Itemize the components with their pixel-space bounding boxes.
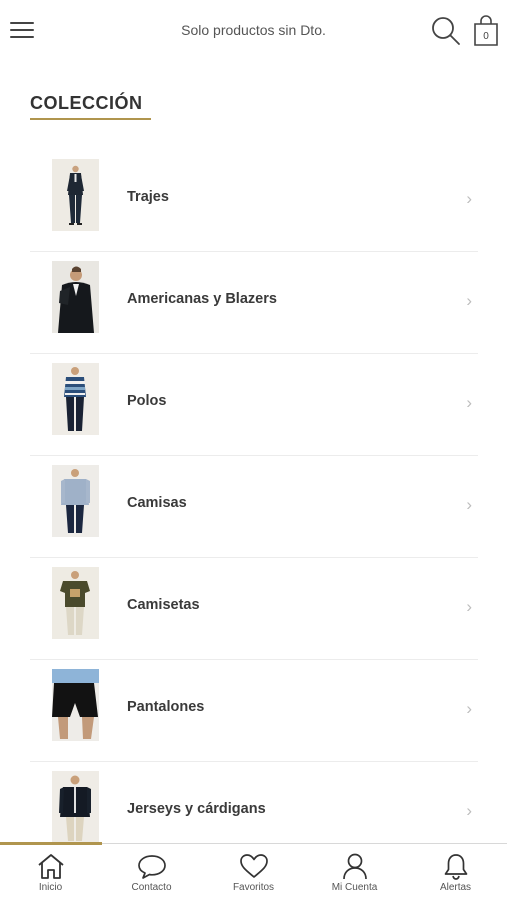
tab-inicio[interactable]: Inicio xyxy=(0,850,101,900)
suit-photo xyxy=(52,159,99,231)
category-row-americanas-blazers[interactable]: Americanas y Blazers › xyxy=(30,252,478,354)
chevron-right-icon: › xyxy=(466,189,472,208)
chevron-right-icon: › xyxy=(466,393,472,412)
tab-contacto[interactable]: Contacto xyxy=(101,850,202,900)
tab-label: Alertas xyxy=(439,882,472,893)
bottom-tab-bar: Inicio Contacto Favoritos Mi Cuenta Aler… xyxy=(0,842,507,901)
chevron-right-icon: › xyxy=(466,699,472,718)
polo-photo xyxy=(52,363,99,435)
top-bar: Solo productos sin Dto. 0 xyxy=(0,0,507,62)
tab-favoritos[interactable]: Favoritos xyxy=(203,850,304,900)
search-icon[interactable] xyxy=(430,15,462,47)
tab-alertas[interactable]: Alertas xyxy=(405,850,506,900)
section-title-underline xyxy=(30,118,151,120)
home-icon xyxy=(37,854,64,879)
chevron-right-icon: › xyxy=(466,291,472,310)
category-label: Jerseys y cárdigans xyxy=(127,801,266,817)
chevron-right-icon: › xyxy=(466,495,472,514)
category-label: Americanas y Blazers xyxy=(127,291,277,307)
category-label: Polos xyxy=(127,393,167,409)
tab-label: Favoritos xyxy=(232,882,275,893)
chevron-right-icon: › xyxy=(466,801,472,820)
section-title: COLECCIÓN xyxy=(30,93,143,113)
category-row-pantalones[interactable]: Pantalones › xyxy=(30,660,478,762)
user-icon xyxy=(342,853,367,880)
tab-label: Inicio xyxy=(38,882,63,893)
heart-icon xyxy=(239,854,268,878)
category-row-trajes[interactable]: Trajes › xyxy=(30,150,478,252)
sweater-photo xyxy=(52,771,99,843)
tab-label: Mi Cuenta xyxy=(331,882,378,893)
category-label: Trajes xyxy=(127,189,169,205)
category-label: Pantalones xyxy=(127,699,205,715)
active-tab-indicator xyxy=(0,842,102,845)
category-row-polos[interactable]: Polos › xyxy=(30,354,478,456)
chevron-right-icon: › xyxy=(466,597,472,616)
category-label: Camisas xyxy=(127,495,187,511)
chat-icon xyxy=(137,855,166,879)
category-row-camisetas[interactable]: Camisetas › xyxy=(30,558,478,660)
category-label: Camisetas xyxy=(127,597,200,613)
shirt-photo xyxy=(52,465,99,537)
category-row-camisas[interactable]: Camisas › xyxy=(30,456,478,558)
shorts-photo xyxy=(52,669,99,741)
tab-label: Contacto xyxy=(131,882,172,893)
tshirt-photo xyxy=(52,567,99,639)
tab-mi-cuenta[interactable]: Mi Cuenta xyxy=(304,850,405,900)
bag-count-badge: 0 xyxy=(483,31,489,42)
blazer-photo xyxy=(52,261,99,333)
category-list: Trajes › Americanas y Blazers › Polos › … xyxy=(30,150,478,864)
shopping-bag-icon[interactable]: 0 xyxy=(472,15,500,47)
bell-icon xyxy=(444,854,467,880)
